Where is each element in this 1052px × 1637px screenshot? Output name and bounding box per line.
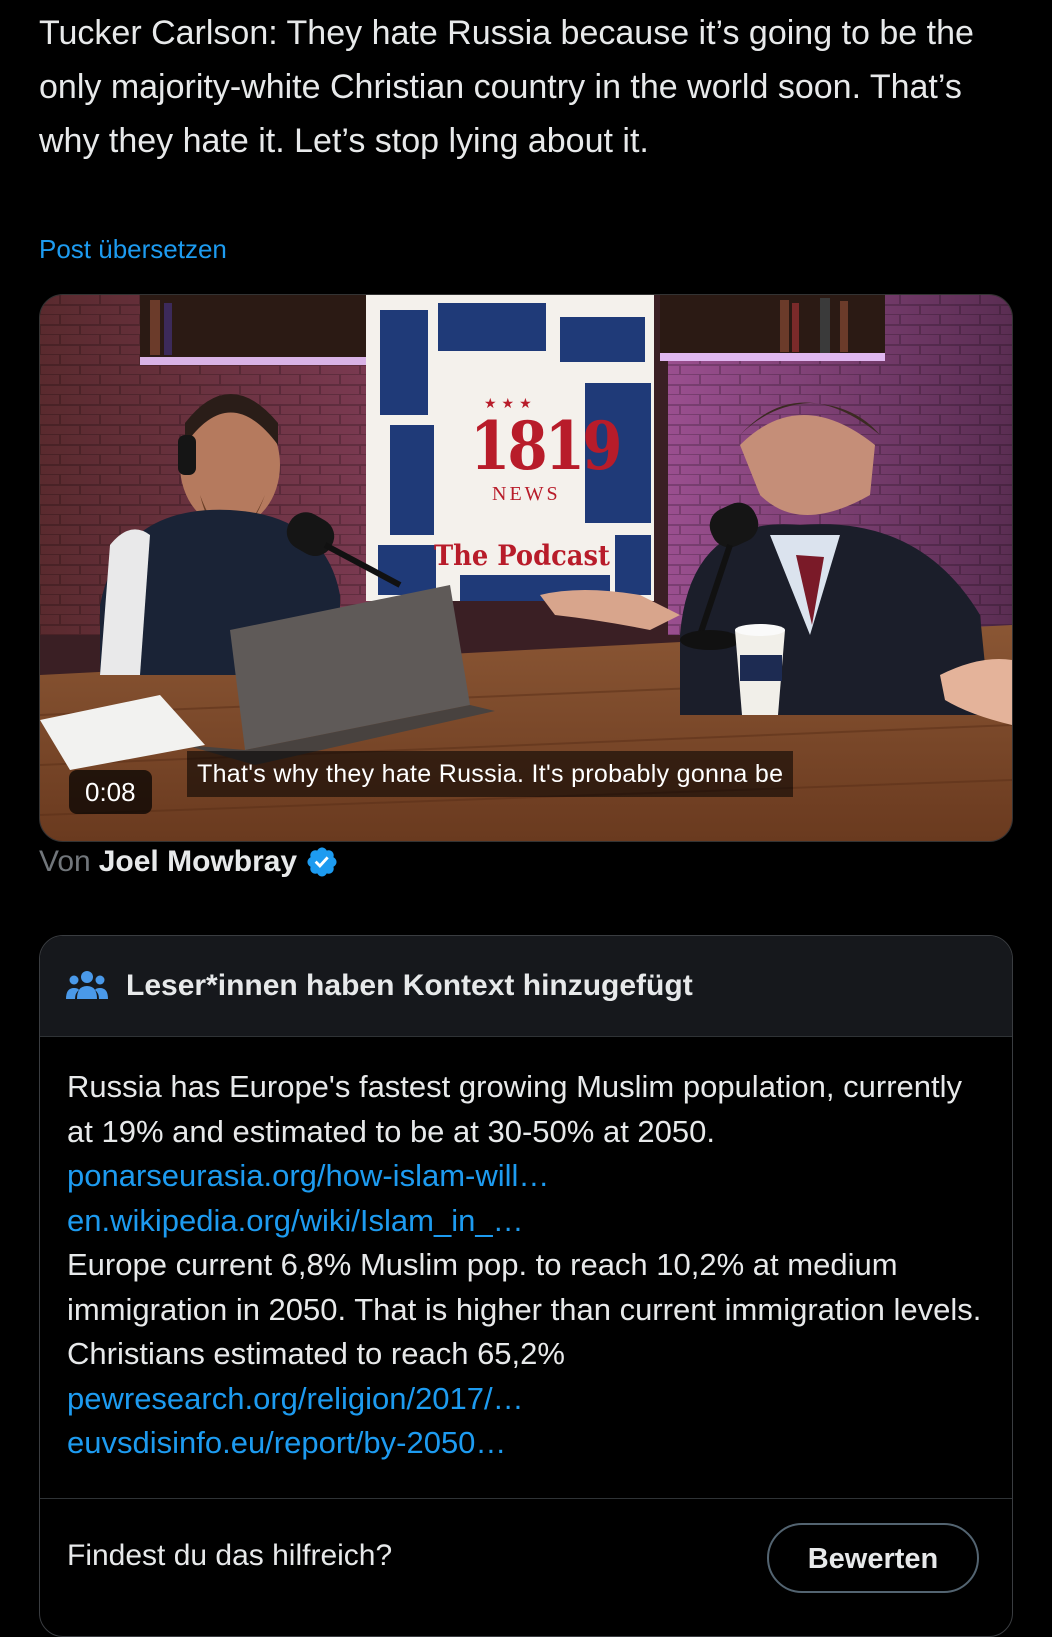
byline-prefix: Von xyxy=(39,845,91,878)
logo-news: NEWS xyxy=(492,483,561,505)
community-note-title: Leser*innen haben Kontext hinzugefügt xyxy=(126,969,693,1002)
community-note: Leser*innen haben Kontext hinzugefügt Ru… xyxy=(39,935,1013,1637)
note-divider xyxy=(40,1498,1012,1499)
community-note-body: Russia has Europe's fastest growing Musl… xyxy=(40,1037,1012,1466)
byline: Von Joel Mowbray xyxy=(39,840,339,884)
note-link-pewresearch[interactable]: pewresearch.org/religion/2017/… xyxy=(67,1377,986,1422)
note-paragraph: Europe current 6,8% Muslim pop. to reach… xyxy=(67,1247,982,1371)
note-link-ponarseurasia[interactable]: ponarseurasia.org/how-islam-will… xyxy=(67,1154,986,1199)
video-caption: That's why they hate Russia. It's probab… xyxy=(187,751,794,797)
rate-button[interactable]: Bewerten xyxy=(767,1523,979,1593)
helpful-question: Findest du das hilfreich? xyxy=(67,1539,393,1572)
translate-post-link[interactable]: Post übersetzen xyxy=(39,232,227,266)
community-note-header: Leser*innen haben Kontext hinzugefügt xyxy=(40,936,1012,1037)
tweet-text: Tucker Carlson: They hate Russia because… xyxy=(39,14,974,160)
note-link-wikipedia[interactable]: en.wikipedia.org/wiki/Islam_in_… xyxy=(67,1199,986,1244)
logo-number: 1819 xyxy=(470,407,622,486)
logo-podcast-title: The Podcast xyxy=(434,539,610,572)
people-group-icon xyxy=(66,969,108,1003)
note-link-euvsdisinfo[interactable]: euvsdisinfo.eu/report/by-2050… xyxy=(67,1421,986,1466)
author-name[interactable]: Joel Mowbray xyxy=(99,840,297,884)
podcast-logo: ★★★ 1819 NEWS The Podcast xyxy=(380,295,668,601)
verified-badge-icon xyxy=(305,845,339,879)
note-paragraph: Russia has Europe's fastest growing Musl… xyxy=(67,1069,963,1149)
video-timestamp: 0:08 xyxy=(69,770,152,814)
video-player[interactable]: ★★★ 1819 NEWS The Podcast That's why the… xyxy=(39,294,1013,842)
